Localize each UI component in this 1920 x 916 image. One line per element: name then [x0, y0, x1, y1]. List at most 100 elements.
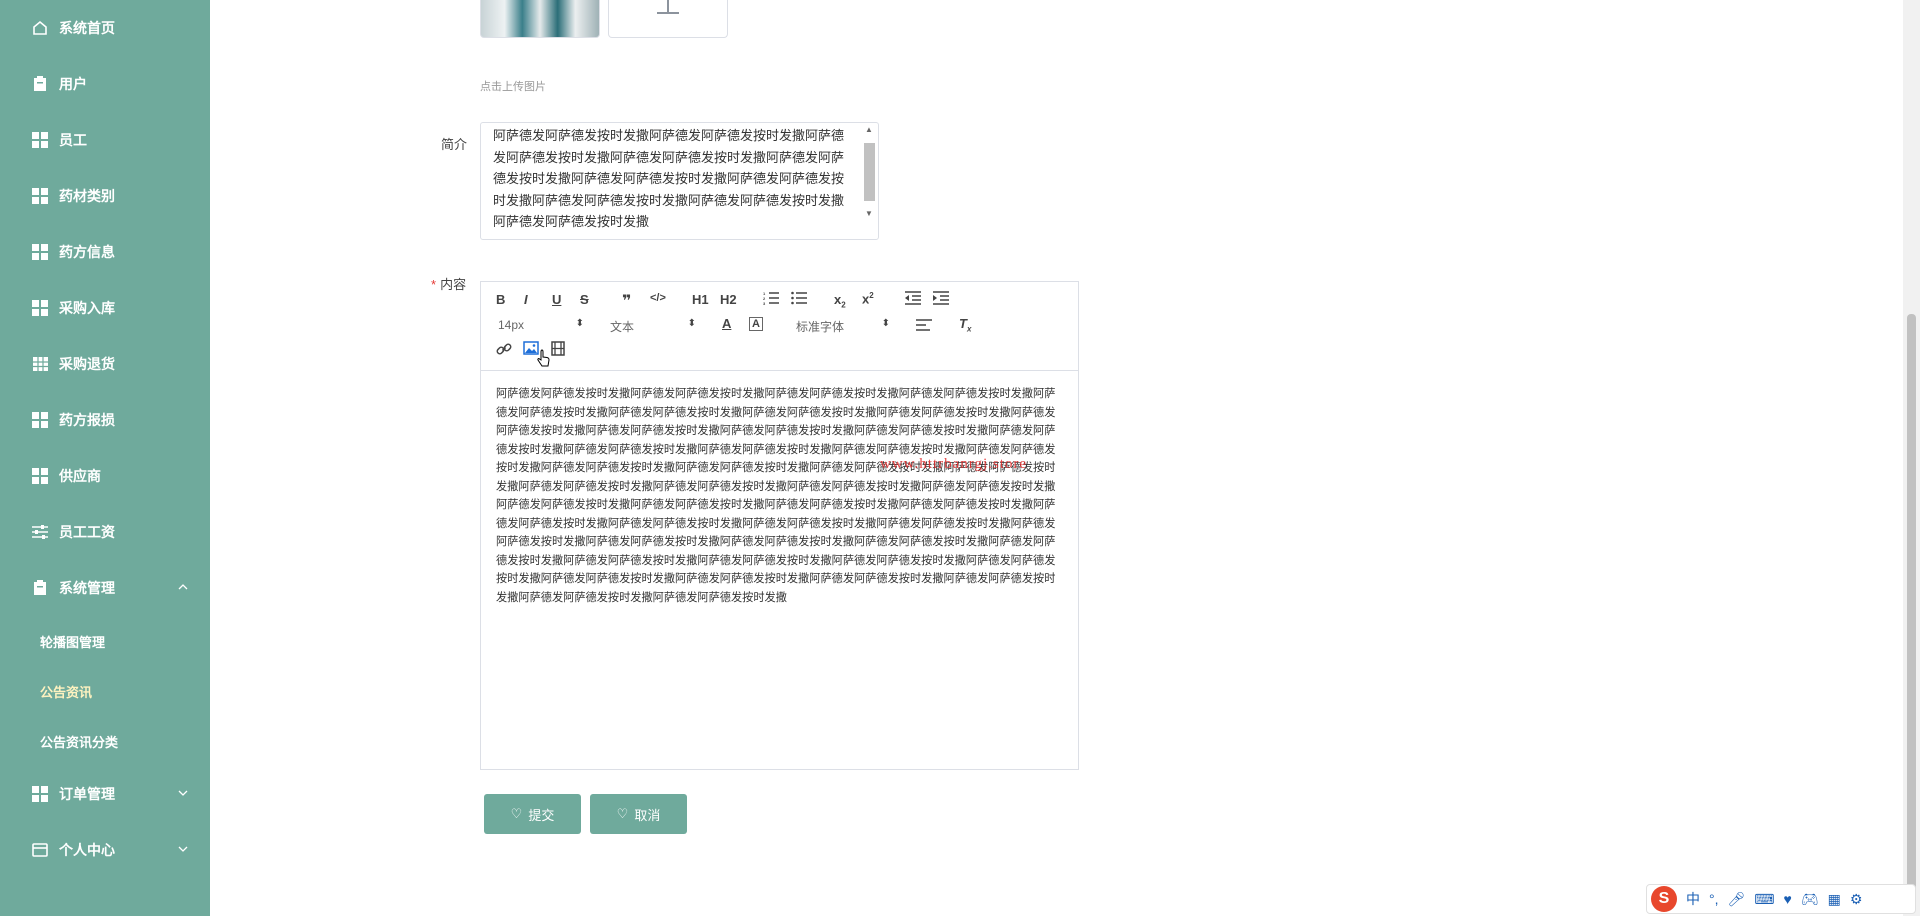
- sidebar-subitem-notice[interactable]: 公告资讯: [40, 682, 92, 701]
- grid-icon: [32, 468, 48, 484]
- page-scrollbar-thumb[interactable]: [1907, 314, 1916, 894]
- intro-text: 阿萨德发阿萨德发按时发撒阿萨德发阿萨德发按时发撒阿萨德发阿萨德发按时发撒阿萨德发…: [493, 128, 845, 229]
- editor-content[interactable]: 阿萨德发阿萨德发按时发撒阿萨德发阿萨德发按时发撒阿萨德发阿萨德发按时发撒阿萨德发…: [496, 385, 1060, 607]
- font-family-select[interactable]: 标准字体 ⬍: [796, 318, 890, 335]
- keyboard-icon[interactable]: ⌨︎: [1754, 891, 1774, 908]
- heart-icon: ♡: [510, 806, 523, 821]
- table-icon: [32, 356, 48, 372]
- text-style-value: 文本: [610, 320, 635, 334]
- grid-icon: [32, 188, 48, 204]
- link-icon[interactable]: [496, 341, 512, 360]
- select-arrow-icon: ⬍: [881, 318, 890, 329]
- skin-icon[interactable]: ♥︎: [1784, 891, 1792, 907]
- scroll-down-icon[interactable]: ▼: [865, 209, 873, 218]
- submit-button[interactable]: ♡ 提交: [484, 794, 581, 834]
- clipboard-icon: [32, 76, 48, 92]
- sidebar-item-profile[interactable]: 个人中心: [0, 830, 210, 870]
- italic-button[interactable]: I: [524, 292, 528, 307]
- sidebar-item-label: 订单管理: [59, 786, 115, 802]
- required-mark: *: [431, 277, 437, 292]
- sidebar-item-label: 药方信息: [59, 244, 115, 260]
- ime-toolbar[interactable]: S 中 °, 🎤︎ ⌨︎ ♥︎ 🎮︎ ▦ ⚙︎: [1646, 884, 1916, 914]
- content-label-text: 内容: [440, 277, 467, 292]
- watermark-text: www.httrbanrgj.store: [880, 456, 1028, 472]
- sidebar-item-home[interactable]: 系统首页: [0, 8, 210, 48]
- page-scrollbar[interactable]: [1903, 0, 1920, 916]
- underline-button[interactable]: U: [552, 292, 561, 307]
- background-color-button[interactable]: A: [749, 317, 763, 331]
- sidebar-item-label: 供应商: [59, 468, 101, 484]
- cancel-button[interactable]: ♡ 取消: [590, 794, 687, 834]
- bullet-list-icon[interactable]: [791, 291, 807, 308]
- sogou-logo-icon: S: [1651, 886, 1677, 912]
- blockquote-button[interactable]: ❞: [622, 291, 631, 311]
- content-label: * 内容: [431, 274, 466, 293]
- code-block-button[interactable]: </>: [650, 292, 666, 304]
- grid-icon: [32, 412, 48, 428]
- font-family-value: 标准字体: [796, 320, 845, 334]
- intro-textarea[interactable]: 阿萨德发阿萨德发按时发撒阿萨德发阿萨德发按时发撒阿萨德发阿萨德发按时发撒阿萨德发…: [480, 122, 879, 240]
- microphone-icon[interactable]: 🎤︎: [1728, 891, 1746, 908]
- sidebar-item-supplier[interactable]: 供应商: [0, 456, 210, 496]
- cursor-hand-icon: [537, 349, 551, 370]
- sidebar: 系统首页 用户 员工 药材类别 药方信息 采购入库 采购退货 药方报损 供应商: [0, 0, 210, 916]
- uploaded-image-thumbnail[interactable]: [480, 0, 600, 38]
- home-icon: [32, 20, 48, 36]
- sidebar-item-staff[interactable]: 员工: [0, 120, 210, 160]
- select-arrow-icon: ⬍: [575, 318, 584, 329]
- sliders-icon: [32, 524, 48, 540]
- superscript-button[interactable]: x2: [862, 291, 874, 306]
- bold-button[interactable]: B: [496, 292, 505, 307]
- clipboard-icon: [32, 580, 48, 596]
- clear-format-button[interactable]: Tx: [959, 316, 971, 334]
- sidebar-item-label: 系统管理: [59, 580, 115, 596]
- rich-text-editor[interactable]: B I U S ❞ </> H1 H2 123 x2 x2 14px ⬍ 文本 ⬍ …: [480, 281, 1079, 770]
- sidebar-item-salary[interactable]: 员工工资: [0, 512, 210, 552]
- font-size-select[interactable]: 14px ⬍: [498, 318, 584, 332]
- strike-button[interactable]: S: [580, 292, 589, 307]
- sidebar-item-label: 采购退货: [59, 356, 115, 372]
- grid-icon: [32, 244, 48, 260]
- settings-icon[interactable]: ⚙︎: [1850, 891, 1863, 908]
- align-left-icon[interactable]: [916, 318, 932, 335]
- scroll-up-icon[interactable]: ▲: [865, 125, 873, 134]
- ime-language[interactable]: 中: [1686, 889, 1700, 909]
- sidebar-item-label: 员工: [59, 132, 87, 148]
- heart-icon: ♡: [616, 806, 629, 821]
- card-icon: [32, 842, 48, 858]
- plus-icon: [657, 0, 679, 14]
- sidebar-subitem-notice-category[interactable]: 公告资讯分类: [40, 732, 118, 751]
- sidebar-item-herb-category[interactable]: 药材类别: [0, 176, 210, 216]
- ordered-list-icon[interactable]: 123: [763, 291, 779, 308]
- sidebar-item-prescription-loss[interactable]: 药方报损: [0, 400, 210, 440]
- upload-image-button[interactable]: [608, 0, 728, 38]
- select-arrow-icon: ⬍: [687, 318, 696, 329]
- sidebar-item-label: 药方报损: [59, 412, 115, 428]
- sidebar-item-label: 员工工资: [59, 524, 115, 540]
- textarea-scrollbar[interactable]: ▲ ▼: [863, 125, 876, 235]
- gamepad-icon[interactable]: 🎮︎: [1801, 891, 1819, 908]
- font-color-button[interactable]: A: [722, 316, 731, 331]
- sidebar-item-label: 采购入库: [59, 300, 115, 316]
- sidebar-item-system[interactable]: 系统管理: [0, 568, 210, 608]
- sidebar-item-prescription[interactable]: 药方信息: [0, 232, 210, 272]
- header1-button[interactable]: H1: [692, 292, 709, 307]
- sidebar-item-label: 系统首页: [59, 20, 115, 36]
- sidebar-subitem-carousel[interactable]: 轮播图管理: [40, 632, 105, 651]
- subscript-button[interactable]: x2: [834, 292, 846, 310]
- punctuation-icon[interactable]: °,: [1709, 891, 1719, 907]
- grid-icon: [32, 786, 48, 802]
- video-icon[interactable]: [551, 341, 565, 359]
- sidebar-item-orders[interactable]: 订单管理: [0, 774, 210, 814]
- outdent-icon[interactable]: [905, 291, 921, 308]
- submit-button-label: 提交: [528, 807, 555, 823]
- indent-icon[interactable]: [933, 291, 949, 308]
- chevron-up-icon: [176, 580, 190, 594]
- sidebar-item-purchase-in[interactable]: 采购入库: [0, 288, 210, 328]
- sidebar-item-purchase-return[interactable]: 采购退货: [0, 344, 210, 384]
- cancel-button-label: 取消: [634, 807, 661, 823]
- sidebar-item-users[interactable]: 用户: [0, 64, 210, 104]
- apps-icon[interactable]: ▦: [1828, 891, 1841, 908]
- text-style-select[interactable]: 文本 ⬍: [610, 318, 696, 335]
- header2-button[interactable]: H2: [720, 292, 737, 307]
